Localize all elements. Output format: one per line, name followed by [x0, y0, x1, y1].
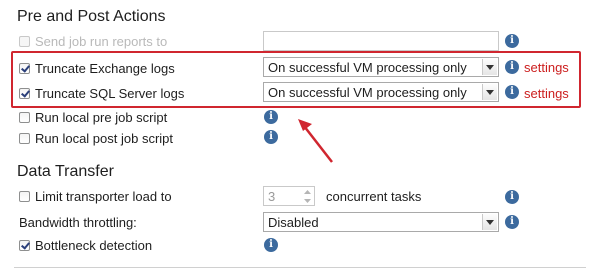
- send-reports-row: Send job run reports to: [19, 32, 167, 50]
- annotation-arrow-icon: [298, 119, 333, 163]
- data-transfer-title: Data Transfer: [17, 163, 114, 180]
- limit-load-checkbox[interactable]: [19, 190, 30, 202]
- send-reports-input[interactable]: [263, 31, 499, 51]
- chevron-down-icon[interactable]: [482, 84, 497, 100]
- limit-load-value: 3: [268, 188, 276, 204]
- send-reports-checkbox[interactable]: [19, 35, 30, 47]
- bottleneck-info-icon[interactable]: i: [264, 238, 278, 252]
- limit-load-label: Limit transporter load to: [35, 188, 172, 204]
- truncate-exchange-select[interactable]: On successful VM processing only: [263, 57, 499, 77]
- truncate-sql-select-value: On successful VM processing only: [268, 84, 467, 100]
- truncate-exchange-select-value: On successful VM processing only: [268, 59, 467, 75]
- truncate-exchange-settings-link[interactable]: settings: [524, 60, 569, 75]
- limit-load-suffix: concurrent tasks: [326, 189, 422, 204]
- run-pre-row: Run local pre job script: [19, 108, 167, 126]
- run-post-row: Run local post job script: [19, 129, 173, 147]
- divider: [14, 267, 586, 268]
- run-post-checkbox[interactable]: [19, 132, 30, 144]
- spin-up-icon[interactable]: [300, 187, 314, 196]
- chevron-down-icon[interactable]: [482, 59, 497, 75]
- limit-load-row: Limit transporter load to: [19, 187, 172, 205]
- send-reports-label: Send job run reports to: [35, 33, 168, 49]
- truncate-exchange-row: Truncate Exchange logs: [19, 59, 175, 77]
- pre-post-actions-title: Pre and Post Actions: [17, 8, 166, 25]
- truncate-sql-info-icon[interactable]: i: [505, 85, 519, 99]
- chevron-down-icon[interactable]: [482, 214, 497, 230]
- truncate-sql-select[interactable]: On successful VM processing only: [263, 82, 499, 102]
- run-post-info-icon[interactable]: i: [264, 130, 278, 144]
- truncate-sql-row: Truncate SQL Server logs: [19, 84, 184, 102]
- run-pre-checkbox[interactable]: [19, 111, 30, 123]
- run-pre-info-icon[interactable]: i: [264, 110, 278, 124]
- truncate-sql-label: Truncate SQL Server logs: [35, 85, 185, 101]
- send-reports-info-icon[interactable]: i: [505, 34, 519, 48]
- truncate-exchange-checkbox[interactable]: [19, 62, 30, 74]
- bandwidth-label: Bandwidth throttling:: [19, 215, 137, 230]
- bottleneck-row: Bottleneck detection: [19, 236, 152, 254]
- run-post-label: Run local post job script: [35, 130, 174, 146]
- spin-down-icon[interactable]: [300, 196, 314, 205]
- bandwidth-select-value: Disabled: [268, 214, 319, 230]
- truncate-sql-settings-link[interactable]: settings: [524, 86, 569, 101]
- bandwidth-info-icon[interactable]: i: [505, 215, 519, 229]
- bottleneck-label: Bottleneck detection: [35, 237, 153, 253]
- bottleneck-checkbox[interactable]: [19, 239, 30, 251]
- truncate-sql-checkbox[interactable]: [19, 87, 30, 99]
- limit-load-info-icon[interactable]: i: [505, 190, 519, 204]
- bandwidth-select[interactable]: Disabled: [263, 212, 499, 232]
- truncate-exchange-info-icon[interactable]: i: [505, 60, 519, 74]
- limit-load-spinner[interactable]: 3: [263, 186, 315, 206]
- truncate-exchange-label: Truncate Exchange logs: [35, 60, 175, 76]
- run-pre-label: Run local pre job script: [35, 109, 168, 125]
